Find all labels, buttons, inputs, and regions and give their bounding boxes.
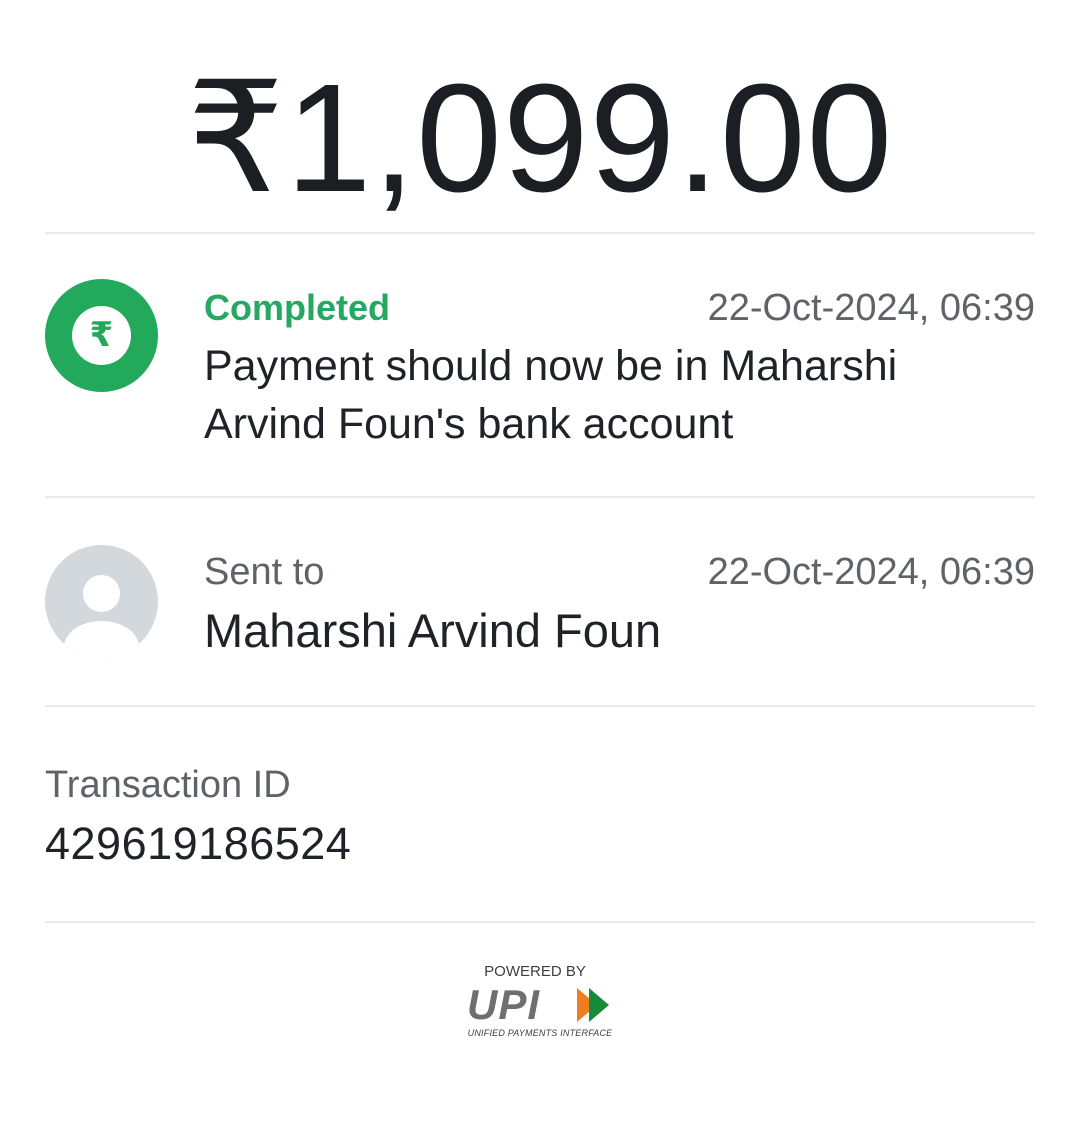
sent-to-timestamp: 22-Oct-2024, 06:39 bbox=[707, 551, 1035, 593]
upi-arrow-icon bbox=[577, 988, 609, 1022]
upi-tagline: UNIFIED PAYMENTS INTERFACE bbox=[467, 1028, 613, 1038]
status-label: Completed bbox=[204, 287, 391, 328]
avatar-head bbox=[83, 575, 120, 612]
upi-branding: POWERED BY UPI UNIFIED PAYMENTS INTERFAC… bbox=[455, 963, 625, 1043]
rupee-icon: ₹ bbox=[72, 306, 131, 365]
powered-by-text: POWERED BY bbox=[484, 963, 586, 980]
upi-logo: UPI bbox=[467, 982, 617, 1028]
divider-after-status bbox=[45, 496, 1035, 498]
status-message: Payment should now be in Maharshi Arvind… bbox=[204, 342, 898, 448]
divider-after-transaction bbox=[45, 921, 1035, 923]
recipient-name[interactable]: Maharshi Arvind Foun bbox=[204, 602, 661, 660]
payment-amount: ₹1,099.00 bbox=[186, 52, 894, 224]
user-avatar-icon bbox=[45, 545, 158, 658]
divider-after-recipient bbox=[45, 705, 1035, 707]
divider-after-amount bbox=[45, 232, 1035, 234]
upi-logo-text: UPI bbox=[467, 981, 541, 1028]
transaction-id-label: Transaction ID bbox=[45, 764, 291, 806]
sent-to-label: Sent to bbox=[204, 551, 325, 593]
status-timestamp: 22-Oct-2024, 06:39 bbox=[707, 287, 1035, 329]
transaction-id-value[interactable]: 429619186524 bbox=[45, 816, 351, 872]
status-icon-circle: ₹ bbox=[45, 279, 158, 392]
avatar-body bbox=[64, 621, 139, 658]
